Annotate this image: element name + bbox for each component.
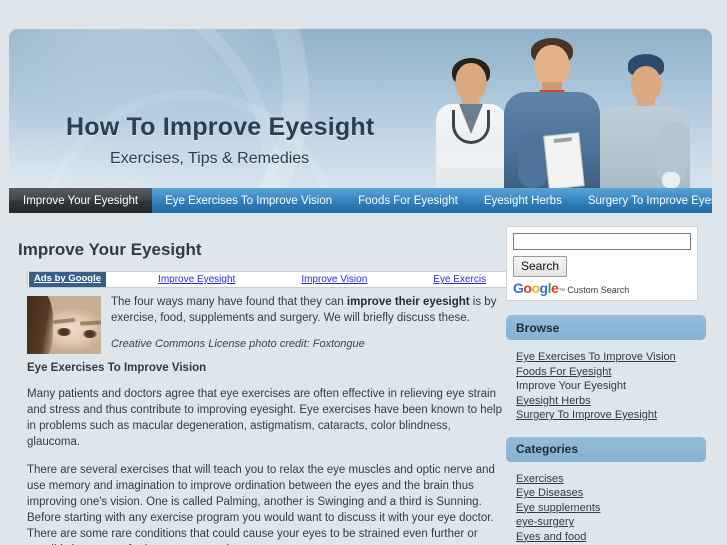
search-input[interactable]: [513, 233, 691, 250]
section-heading-eye-exercises: Eye Exercises To Improve Vision: [27, 362, 207, 374]
browse-header: Browse: [506, 315, 706, 340]
doctor-figure-surgical-gown: [596, 48, 696, 188]
main-navigation: Improve Your Eyesight Eye Exercises To I…: [9, 188, 712, 213]
browse-links: Eye Exercises To Improve Vision Foods Fo…: [506, 340, 706, 423]
paragraph-eye-exercises-2: There are several exercises that will te…: [27, 464, 495, 545]
custom-search-label: Custom Search: [567, 285, 630, 295]
category-link-exercises[interactable]: Exercises: [516, 472, 706, 487]
ad-link-improve-eyesight[interactable]: Improve Eyesight: [158, 274, 235, 285]
categories-header: Categories: [506, 436, 706, 462]
doctors-photo: [424, 34, 704, 188]
nav-item-surgery-to-improve-eyesight[interactable]: Surgery To Improve Eyesight: [575, 188, 712, 213]
google-custom-search-branding: Google ™ Custom Search: [513, 280, 691, 296]
main-column: Improve Your Eyesight Ads by Google Impr…: [18, 224, 515, 545]
google-logo: Google: [513, 280, 559, 296]
trademark-symbol: ™: [558, 288, 566, 295]
page-title: Improve Your Eyesight: [18, 240, 202, 259]
site-tagline: Exercises, Tips & Remedies: [110, 150, 310, 167]
categories-links: Exercises Eye Diseases Eye supplements e…: [506, 462, 706, 545]
article-body: The four ways many have found that they …: [27, 294, 505, 545]
browse-link-improve-your-eyesight: Improve Your Eyesight: [516, 380, 627, 392]
category-link-eye-diseases[interactable]: Eye Diseases: [516, 486, 706, 501]
google-ads-strip: Ads by Google Improve Eyesight Improve V…: [27, 271, 515, 288]
category-link-eye-surgery[interactable]: eye-surgery: [516, 515, 706, 530]
nav-item-foods-for-eyesight[interactable]: Foods For Eyesight: [345, 188, 471, 213]
content-area: Improve Your Eyesight Ads by Google Impr…: [9, 224, 712, 545]
site-title: How To Improve Eyesight: [66, 113, 375, 141]
browse-link-foods-for-eyesight[interactable]: Foods For Eyesight: [516, 365, 706, 380]
browse-link-surgery-to-improve-eyesight[interactable]: Surgery To Improve Eyesight: [516, 408, 706, 423]
sidebar: Search Google ™ Custom Search Browse Eye E…: [506, 224, 706, 544]
categories-block: Categories Exercises Eye Diseases Eye su…: [506, 436, 706, 545]
browse-block: Browse Eye Exercises To Improve Vision F…: [506, 315, 706, 423]
browse-link-eye-exercises-to-improve-vision[interactable]: Eye Exercises To Improve Vision: [516, 350, 706, 365]
category-link-eyes-and-food[interactable]: Eyes and food: [516, 530, 706, 545]
intro-text-before: The four ways many have found that they …: [111, 296, 347, 308]
search-button[interactable]: Search: [513, 256, 568, 277]
paragraph-eye-exercises-1: Many patients and doctors agree that eye…: [27, 388, 502, 448]
site-banner: How To Improve Eyesight Exercises, Tips …: [9, 28, 712, 188]
doctor-figure-scrubs: [498, 36, 606, 188]
ads-by-google-badge[interactable]: Ads by Google: [29, 272, 107, 287]
ad-link-improve-vision[interactable]: Improve Vision: [301, 274, 367, 285]
page-root: How To Improve Eyesight Exercises, Tips …: [0, 0, 727, 545]
category-link-eye-supplements[interactable]: Eye supplements: [516, 501, 706, 516]
search-widget: Search Google ™ Custom Search: [506, 226, 698, 301]
intro-bold-phrase: improve their eyesight: [346, 296, 470, 308]
article-thumbnail-photo: [27, 296, 101, 354]
nav-item-eyesight-herbs[interactable]: Eyesight Herbs: [471, 188, 575, 213]
ad-link-eye-exercises[interactable]: Eye Exercis: [433, 274, 486, 285]
browse-link-eyesight-herbs[interactable]: Eyesight Herbs: [516, 394, 706, 409]
nav-item-eye-exercises-to-improve-vision[interactable]: Eye Exercises To Improve Vision: [152, 188, 345, 213]
nav-item-improve-your-eyesight[interactable]: Improve Your Eyesight: [9, 188, 153, 213]
